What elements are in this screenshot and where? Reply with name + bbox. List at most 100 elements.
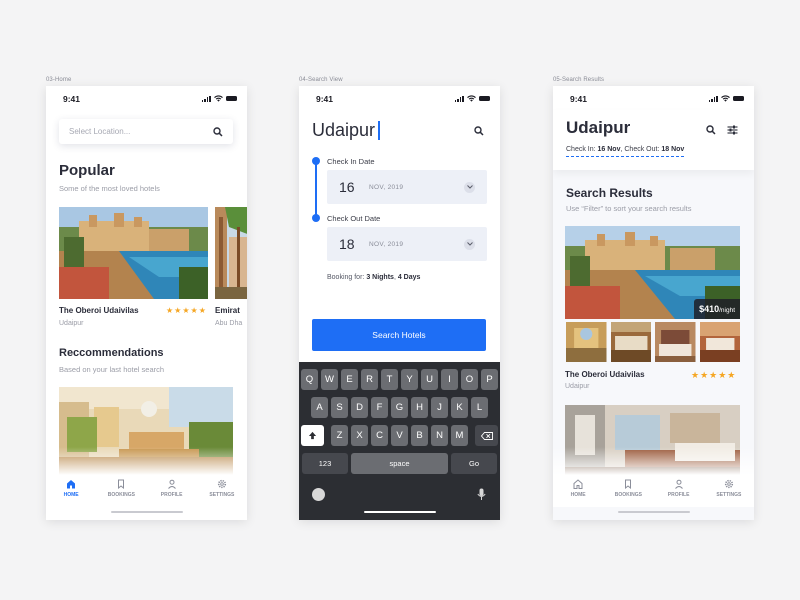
key-e[interactable]: E bbox=[341, 369, 358, 390]
key-w[interactable]: W bbox=[321, 369, 338, 390]
key-c[interactable]: C bbox=[371, 425, 388, 446]
city-search-field[interactable]: Udaipur bbox=[312, 120, 380, 141]
tab-profile[interactable]: PROFILE bbox=[659, 475, 699, 507]
scroll-fade bbox=[553, 447, 754, 475]
tab-bookings[interactable]: BOOKINGS bbox=[101, 475, 141, 507]
tab-settings[interactable]: SETTINGS bbox=[202, 475, 242, 507]
key-r[interactable]: R bbox=[361, 369, 378, 390]
popular-subtitle: Some of the most loved hotels bbox=[59, 184, 160, 193]
key-v[interactable]: V bbox=[391, 425, 408, 446]
location-search-box[interactable] bbox=[59, 119, 233, 144]
search-icon[interactable] bbox=[213, 126, 223, 137]
check-in-date-picker[interactable]: 16 NOV, 2019 bbox=[327, 170, 487, 204]
tab-label: HOME bbox=[570, 492, 586, 498]
hotel-thumbnail[interactable] bbox=[655, 322, 696, 362]
chevron-down-icon[interactable] bbox=[464, 238, 475, 250]
go-key[interactable]: Go bbox=[451, 453, 497, 474]
home-icon bbox=[67, 480, 76, 489]
hotel-thumbnail[interactable] bbox=[610, 322, 651, 362]
tab-label: BOOKINGS bbox=[107, 492, 135, 498]
key-x[interactable]: X bbox=[351, 425, 368, 446]
key-t[interactable]: T bbox=[381, 369, 398, 390]
bookmark-icon bbox=[625, 479, 632, 489]
hotel-image-oberoi[interactable] bbox=[59, 207, 208, 299]
tab-label: HOME bbox=[63, 492, 79, 498]
result-hotel-image[interactable]: $410/night bbox=[565, 226, 740, 319]
status-icons bbox=[454, 95, 490, 102]
key-i[interactable]: I bbox=[441, 369, 458, 390]
tab-profile[interactable]: PROFILE bbox=[152, 475, 192, 507]
check-in-day: 16 bbox=[339, 179, 355, 195]
timeline-dot-checkin bbox=[312, 157, 320, 165]
shift-key[interactable] bbox=[301, 425, 324, 446]
key-q[interactable]: Q bbox=[301, 369, 318, 390]
key-s[interactable]: S bbox=[331, 397, 348, 418]
hotel-thumbnails bbox=[566, 322, 740, 362]
search-icon[interactable] bbox=[474, 126, 484, 136]
battery-icon bbox=[733, 96, 744, 101]
status-icons bbox=[201, 95, 237, 102]
key-u[interactable]: U bbox=[421, 369, 438, 390]
hotel-thumbnail[interactable] bbox=[566, 322, 607, 362]
home-screen: 9:41 Popular Some of the most loved hote… bbox=[46, 86, 247, 520]
key-l[interactable]: L bbox=[471, 397, 488, 418]
keyboard-row-3: Z X C V B N M bbox=[301, 425, 498, 446]
search-icon[interactable] bbox=[706, 125, 716, 135]
check-out-value: 18 Nov bbox=[661, 146, 685, 153]
battery-icon bbox=[226, 96, 237, 101]
numbers-key[interactable]: 123 bbox=[302, 453, 348, 474]
city-search-value[interactable]: Udaipur bbox=[312, 120, 375, 141]
microphone-icon[interactable] bbox=[477, 488, 486, 501]
backspace-icon bbox=[480, 431, 493, 440]
frame-label-home: 03-Home bbox=[46, 77, 72, 83]
check-out-date-picker[interactable]: 18 NOV, 2019 bbox=[327, 227, 487, 261]
location-search-input[interactable] bbox=[69, 127, 189, 136]
key-b[interactable]: B bbox=[411, 425, 428, 446]
signal-icon bbox=[708, 95, 718, 102]
key-k[interactable]: K bbox=[451, 397, 468, 418]
key-d[interactable]: D bbox=[351, 397, 368, 418]
booking-nights: 3 Nights bbox=[366, 274, 394, 281]
key-a[interactable]: A bbox=[311, 397, 328, 418]
selected-dates[interactable]: Check In: 16 Nov, Check Out: 18 Nov bbox=[566, 146, 685, 157]
hotel-name[interactable]: Emirat bbox=[215, 306, 240, 315]
booking-days: 4 Days bbox=[397, 274, 421, 281]
key-h[interactable]: H bbox=[411, 397, 428, 418]
key-f[interactable]: F bbox=[371, 397, 388, 418]
check-in-prefix: Check In: bbox=[566, 146, 598, 153]
emoji-icon[interactable] bbox=[312, 488, 325, 501]
key-y[interactable]: Y bbox=[401, 369, 418, 390]
booking-prefix: Booking for: bbox=[327, 274, 367, 281]
tab-home[interactable]: HOME bbox=[51, 475, 91, 507]
chevron-down-icon[interactable] bbox=[464, 181, 475, 193]
tab-bookings[interactable]: BOOKINGS bbox=[608, 475, 648, 507]
hotel-image-emirates[interactable] bbox=[215, 207, 247, 299]
backspace-key[interactable] bbox=[475, 425, 498, 446]
tab-settings[interactable]: SETTINGS bbox=[709, 475, 749, 507]
filter-icon[interactable] bbox=[727, 125, 738, 135]
results-subtitle: Use “Filter” to sort your search results bbox=[566, 204, 692, 213]
space-key[interactable]: space bbox=[351, 453, 448, 474]
tab-label: BOOKINGS bbox=[614, 492, 642, 498]
hotel-thumbnail[interactable] bbox=[699, 322, 740, 362]
search-hotels-button[interactable]: Search Hotels bbox=[312, 319, 486, 351]
key-o[interactable]: O bbox=[461, 369, 478, 390]
tab-home[interactable]: HOME bbox=[558, 475, 598, 507]
result-hotel-name[interactable]: The Oberoi Udaivilas bbox=[565, 370, 645, 379]
hotel-name[interactable]: The Oberoi Udaivilas bbox=[59, 306, 139, 315]
status-time: 9:41 bbox=[316, 94, 334, 104]
status-bar: 9:41 bbox=[299, 86, 500, 110]
key-j[interactable]: J bbox=[431, 397, 448, 418]
key-n[interactable]: N bbox=[431, 425, 448, 446]
tab-bar: HOME BOOKINGS PROFILE SETTINGS bbox=[46, 475, 247, 507]
hotel-location: Abu Dha bbox=[215, 320, 243, 327]
gear-icon bbox=[724, 479, 733, 489]
key-g[interactable]: G bbox=[391, 397, 408, 418]
hotel-location: Udaipur bbox=[59, 320, 84, 327]
key-p[interactable]: P bbox=[481, 369, 498, 390]
result-hotel-location: Udaipur bbox=[565, 383, 590, 390]
home-indicator bbox=[110, 510, 183, 513]
key-z[interactable]: Z bbox=[331, 425, 348, 446]
price-value: $410 bbox=[699, 304, 720, 314]
key-m[interactable]: M bbox=[451, 425, 468, 446]
